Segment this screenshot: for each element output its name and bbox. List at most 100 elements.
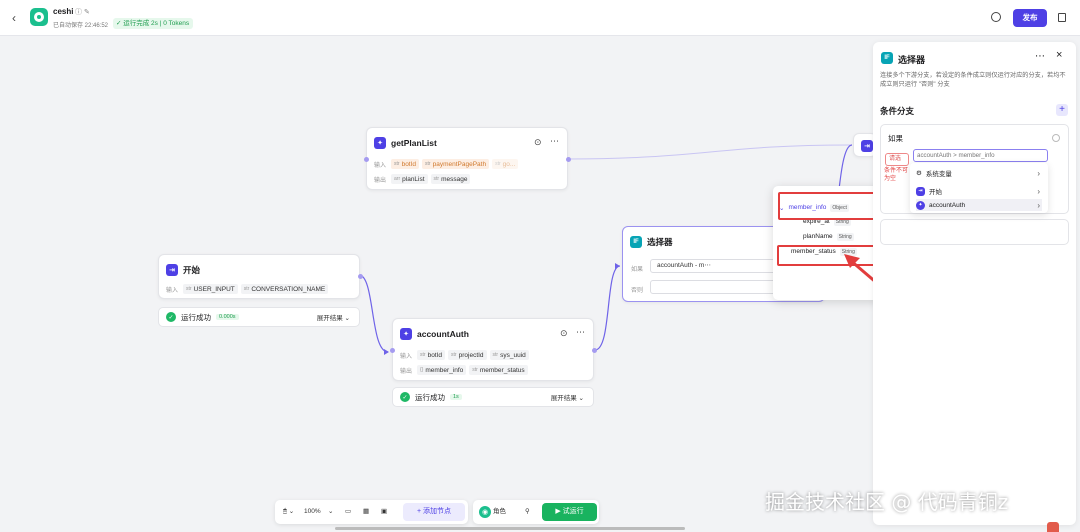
menu-item-label: 开始 [929,189,942,196]
else-label: 否则 [631,288,644,294]
input-name: sys_uuid [500,351,526,359]
success-check-icon: ✓ [166,312,176,322]
node-start[interactable]: ⇥ 开始 输入 str USER_INPUT str CONVERSATION_NA… [158,254,363,299]
input-name: botId [427,351,443,359]
node-accountauth[interactable]: ✦ accountAuth ⊙ ⋯ 输入 str botId str project… [390,318,597,381]
if-icon: IF [881,52,893,64]
more-icon[interactable]: ⋯ [576,327,585,338]
output-tag: {} member_info [417,365,467,375]
output-tag: arr planList [391,174,428,184]
output-handle[interactable] [566,157,571,162]
run-node-icon[interactable]: ⊙ [534,137,542,148]
output-tag: str member_status [469,365,528,375]
input-tag: str botId [391,159,420,169]
input-name: projectId [458,351,484,359]
node-inputs: 输入 str USER_INPUT str CONVERSATION_NAME [166,284,329,294]
pointer-mode-icon[interactable]: 🖱 ⌄ [283,505,294,519]
item-name: planName [803,233,833,240]
plugin-icon: ✦ [916,200,925,210]
node-getplanlist[interactable]: ✦ getPlanList ⊙ ⋯ 输入 str botId str payment… [364,127,571,190]
remove-branch-icon[interactable] [1052,134,1060,142]
if-label: 如果 [631,267,644,273]
node-title: accountAuth [417,329,469,339]
else-branch [880,219,1069,245]
avatar: ◉ [479,506,491,518]
input-label: 输入 [400,353,413,360]
start-icon: ⇥ [166,264,178,276]
item-type: String [836,232,854,241]
plugin-icon: ✦ [400,328,412,340]
validation-error: 条件不可为空 [884,168,909,182]
output-label: 输出 [400,368,413,375]
output-name: planList [402,175,425,183]
horizontal-scrollbar[interactable] [335,527,685,530]
comment-icon[interactable]: ▭ [345,505,351,519]
node-header: ⇥ 开始 [166,263,200,277]
input-label: 输入 [166,287,179,294]
node-header: IF 选择器 [630,235,673,249]
node-inputs: 输入 str botId str paymentPagePath str go... [374,159,519,169]
input-handle[interactable] [390,348,395,353]
more-icon[interactable]: ⋯ [550,136,559,147]
input-name: USER_INPUT [193,285,235,293]
if-label: 如果 [888,134,903,143]
canvas-toolbar: 🖱 ⌄ 100% ⌄ ▭ ▦ ▣ + 添加节点 [275,500,468,524]
menu-item-start[interactable]: ⇥ 开始 › [916,185,1042,197]
success-check-icon: ✓ [400,392,410,402]
panel-description: 连接多个下游分支，若设定的条件成立则仅运行对应的分支，若均不成立则只运行 "否则… [880,72,1066,88]
selector-config-panel: IF 选择器 ⋯ × 连接多个下游分支，若设定的条件成立则仅运行对应的分支，若均… [873,42,1076,525]
input-label: 输入 [374,162,387,169]
output-name: member_status [479,366,525,374]
expand-results-button[interactable]: 展开结果 ⌄ [551,392,584,402]
variable-select[interactable]: accountAuth > member_info [913,149,1048,162]
menu-item-accountauth[interactable]: ✦ accountAuth › [916,199,1042,211]
debug-icon[interactable]: ⚲ [525,505,530,519]
node-inputs: 输入 str botId str projectId str sys_uuid [400,350,529,360]
node-title: 开始 [183,265,201,275]
accountauth-run-status: ✓ 运行成功 1s 展开结果 ⌄ [392,387,594,407]
start-icon: ⇥ [916,186,925,196]
input-name: CONVERSATION_NAME [251,285,326,293]
operator-select[interactable]: 请选 [885,153,909,166]
input-tag: str projectId [448,350,487,360]
input-tag: str USER_INPUT [183,284,238,294]
plugin-icon: ⇥ [861,140,873,152]
expand-results-button[interactable]: 展开结果 ⌄ [317,312,350,322]
output-name: member_info [425,366,464,374]
start-run-status: ✓ 运行成功 0.000s 展开结果 ⌄ [158,307,360,327]
menu-item-label: 系统变量 [925,171,952,178]
chevron-right-icon: › [1037,186,1040,196]
role-button[interactable]: 角色 [493,505,506,519]
output-handle[interactable] [358,274,363,279]
more-icon[interactable]: ⋯ [1035,51,1045,62]
output-handle[interactable] [592,348,597,353]
input-tag: str paymentPagePath [422,159,490,169]
chevron-down-icon[interactable]: ⌄ [328,505,333,519]
layout-icon[interactable]: ▣ [381,505,387,519]
input-handle[interactable] [364,157,369,162]
add-node-button[interactable]: + 添加节点 [403,503,465,521]
dropdown-item[interactable]: planName String [803,231,854,242]
run-time-badge: 1s [450,394,462,400]
node-title: getPlanList [391,138,437,148]
node-header: ✦ getPlanList [374,136,437,150]
zoom-level[interactable]: 100% [304,505,321,519]
if-icon: IF [630,236,642,248]
output-tag: str message [430,174,471,184]
add-branch-button[interactable]: + [1056,104,1068,116]
menu-item-system[interactable]: ⚙ 系统变量 › [916,167,1042,179]
run-node-icon[interactable]: ⊙ [560,328,568,339]
grid-icon[interactable]: ▦ [363,505,369,519]
output-name: message [441,175,468,183]
close-icon[interactable]: × [1056,49,1062,61]
test-run-button[interactable]: ▶ 试运行 [542,503,597,521]
status-label: 运行成功 [181,312,211,322]
panel-title: 选择器 [898,55,926,65]
input-tag: str go... [492,159,519,169]
chevron-right-icon: › [1037,168,1040,178]
run-time-badge: 0.000s [216,314,239,320]
node-title: 选择器 [647,237,673,247]
input-tag: str sys_uuid [489,350,529,360]
menu-item-label: accountAuth [929,201,966,209]
input-name: botId [401,160,417,168]
